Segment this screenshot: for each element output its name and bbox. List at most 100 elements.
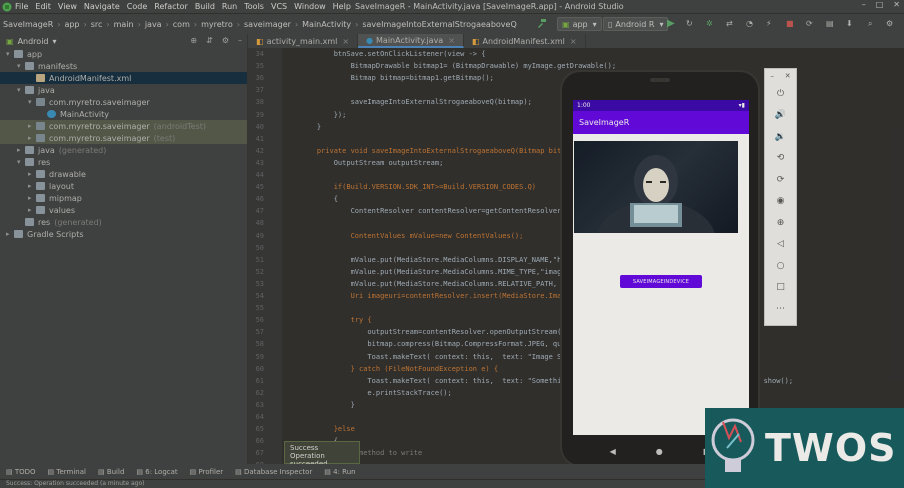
sync-icon[interactable]: ⟳ — [806, 17, 813, 30]
search-icon[interactable]: ⌕ — [868, 17, 872, 30]
menu-item-edit[interactable]: Edit — [35, 2, 51, 11]
rotate-right-icon[interactable]: ⟳ — [765, 169, 796, 191]
tool-window-button[interactable]: ▤ 6: Logcat — [136, 468, 177, 476]
zoom-icon[interactable]: ⊕ — [765, 212, 796, 234]
tool-window-button[interactable]: ▤ Terminal — [48, 468, 86, 476]
menu-item-run[interactable]: Run — [222, 2, 237, 11]
device-dropdown[interactable]: ▯ Android R ▾ — [603, 17, 669, 31]
tool-window-button[interactable]: ▤ TODO — [6, 468, 36, 476]
breadcrumb-item[interactable]: myretro — [201, 20, 233, 29]
apply-changes-icon[interactable]: ⚡ — [766, 17, 772, 30]
menu-item-vcs[interactable]: VCS — [271, 2, 287, 11]
close-tab-icon[interactable]: × — [342, 37, 349, 46]
rotate-left-icon[interactable]: ⟲ — [765, 148, 796, 170]
maximize-icon[interactable]: □ — [876, 0, 884, 9]
hammer-icon[interactable] — [536, 17, 547, 30]
menu-item-code[interactable]: Code — [127, 2, 147, 11]
back-icon[interactable]: ◀ — [610, 447, 616, 456]
close-tab-icon[interactable]: × — [448, 36, 455, 45]
tree-item[interactable]: ▾ manifests — [0, 60, 247, 72]
tool-window-button[interactable]: ▤ Database Inspector — [235, 468, 312, 476]
breadcrumb-item[interactable]: main — [114, 20, 134, 29]
stop-icon[interactable]: ■ — [786, 17, 794, 30]
attach-icon[interactable]: ⇄ — [726, 17, 733, 30]
expanded-arrow-icon[interactable]: ▾ — [6, 50, 14, 58]
avd-manager-icon[interactable]: ▤ — [826, 17, 834, 30]
tree-item[interactable]: ▾ java — [0, 84, 247, 96]
sdk-manager-icon[interactable]: ⬇ — [846, 17, 853, 30]
debug-icon[interactable]: ✲ — [706, 17, 713, 30]
breadcrumb-item[interactable]: MainActivity — [302, 20, 351, 29]
breadcrumb-item[interactable]: java — [145, 20, 162, 29]
menu-item-navigate[interactable]: Navigate — [84, 2, 120, 11]
collapsed-arrow-icon[interactable]: ▸ — [28, 170, 36, 178]
success-toast[interactable]: Success Operation succeeded — [284, 441, 360, 468]
tree-item[interactable]: ▾ res — [0, 156, 247, 168]
tree-item[interactable]: ▸ com.myretro.saveimager (androidTest) — [0, 120, 247, 132]
profile-icon[interactable]: ◔ — [746, 17, 753, 30]
expanded-arrow-icon[interactable]: ▾ — [17, 62, 25, 70]
tree-item[interactable]: ▸ Gradle Scripts — [0, 228, 247, 240]
expanded-arrow-icon[interactable]: ▾ — [17, 86, 25, 94]
menu-item-help[interactable]: Help — [333, 2, 351, 11]
menu-item-build[interactable]: Build — [195, 2, 215, 11]
tab-mainactivity-java[interactable]: ● MainActivity.java × — [358, 34, 464, 48]
breadcrumb-item[interactable]: saveImageIntoExternalStrogaeaboveQ — [362, 20, 516, 29]
tree-item[interactable]: ▸ values — [0, 204, 247, 216]
tool-window-button[interactable]: ▤ 4: Run — [324, 468, 355, 476]
collapsed-arrow-icon[interactable]: ▸ — [17, 146, 25, 154]
minimize-icon[interactable]: – — [770, 72, 774, 80]
close-icon[interactable]: ✕ — [893, 0, 900, 9]
tree-item[interactable]: ▾ com.myretro.saveimager — [0, 96, 247, 108]
chevron-down-icon[interactable]: ▾ — [53, 37, 57, 46]
tree-item[interactable]: res (generated) — [0, 216, 247, 228]
collapse-all-icon[interactable]: ⇵ — [206, 36, 213, 45]
tool-window-button[interactable]: ▤ Profiler — [190, 468, 224, 476]
tree-item[interactable]: ▸ com.myretro.saveimager (test) — [0, 132, 247, 144]
collapsed-arrow-icon[interactable]: ▸ — [28, 122, 36, 130]
collapsed-arrow-icon[interactable]: ▸ — [28, 206, 36, 214]
locate-icon[interactable]: ⊕ — [190, 36, 197, 45]
tree-item[interactable]: MainActivity — [0, 108, 247, 120]
hide-icon[interactable]: – — [238, 36, 242, 45]
minimize-icon[interactable]: – — [862, 0, 866, 9]
breadcrumb-item[interactable]: src — [91, 20, 103, 29]
tree-item[interactable]: ▸ mipmap — [0, 192, 247, 204]
close-icon[interactable]: ✕ — [785, 72, 791, 80]
menu-item-view[interactable]: View — [58, 2, 77, 11]
settings-icon[interactable]: ⚙ — [886, 17, 893, 30]
run-config-dropdown[interactable]: ▣ app ▾ — [557, 17, 602, 31]
back-icon[interactable]: ◁ — [765, 234, 796, 256]
emulator-screen[interactable]: 1:00 ▾▮ SaveImageR SAVEIMAGEINDEVICE — [573, 100, 749, 435]
save-image-button[interactable]: SAVEIMAGEINDEVICE — [620, 275, 702, 288]
expanded-arrow-icon[interactable]: ▾ — [17, 158, 25, 166]
tree-item[interactable]: AndroidManifest.xml — [0, 72, 247, 84]
menu-item-window[interactable]: Window — [294, 2, 326, 11]
collapsed-arrow-icon[interactable]: ▸ — [28, 182, 36, 190]
menu-item-file[interactable]: File — [15, 2, 28, 11]
project-view-selector[interactable]: Android — [18, 37, 49, 46]
rerun-icon[interactable]: ↻ — [686, 17, 693, 30]
volume-up-icon[interactable]: 🔊 — [765, 105, 796, 127]
tree-item[interactable]: ▸ drawable — [0, 168, 247, 180]
tree-item[interactable]: ▸ layout — [0, 180, 247, 192]
tree-item[interactable]: ▾ app — [0, 48, 247, 60]
tree-item[interactable]: ▸ java (generated) — [0, 144, 247, 156]
expanded-arrow-icon[interactable]: ▾ — [28, 98, 36, 106]
menu-item-refactor[interactable]: Refactor — [154, 2, 188, 11]
collapsed-arrow-icon[interactable]: ▸ — [28, 134, 36, 142]
breadcrumb-item[interactable]: SaveImageR — [3, 20, 53, 29]
gear-icon[interactable]: ⚙ — [222, 36, 229, 45]
breadcrumb-item[interactable]: app — [64, 20, 79, 29]
power-icon[interactable]: ⏻ — [765, 83, 796, 105]
close-tab-icon[interactable]: × — [570, 37, 577, 46]
menu-item-tools[interactable]: Tools — [244, 2, 264, 11]
overview-icon[interactable]: □ — [765, 277, 796, 299]
home-icon[interactable]: ○ — [765, 255, 796, 277]
home-icon[interactable]: ● — [656, 447, 663, 456]
collapsed-arrow-icon[interactable]: ▸ — [6, 230, 14, 238]
breadcrumb-item[interactable]: saveimager — [244, 20, 291, 29]
volume-down-icon[interactable]: 🔉 — [765, 126, 796, 148]
camera-icon[interactable]: ◉ — [765, 191, 796, 213]
tool-window-button[interactable]: ▤ Build — [98, 468, 124, 476]
